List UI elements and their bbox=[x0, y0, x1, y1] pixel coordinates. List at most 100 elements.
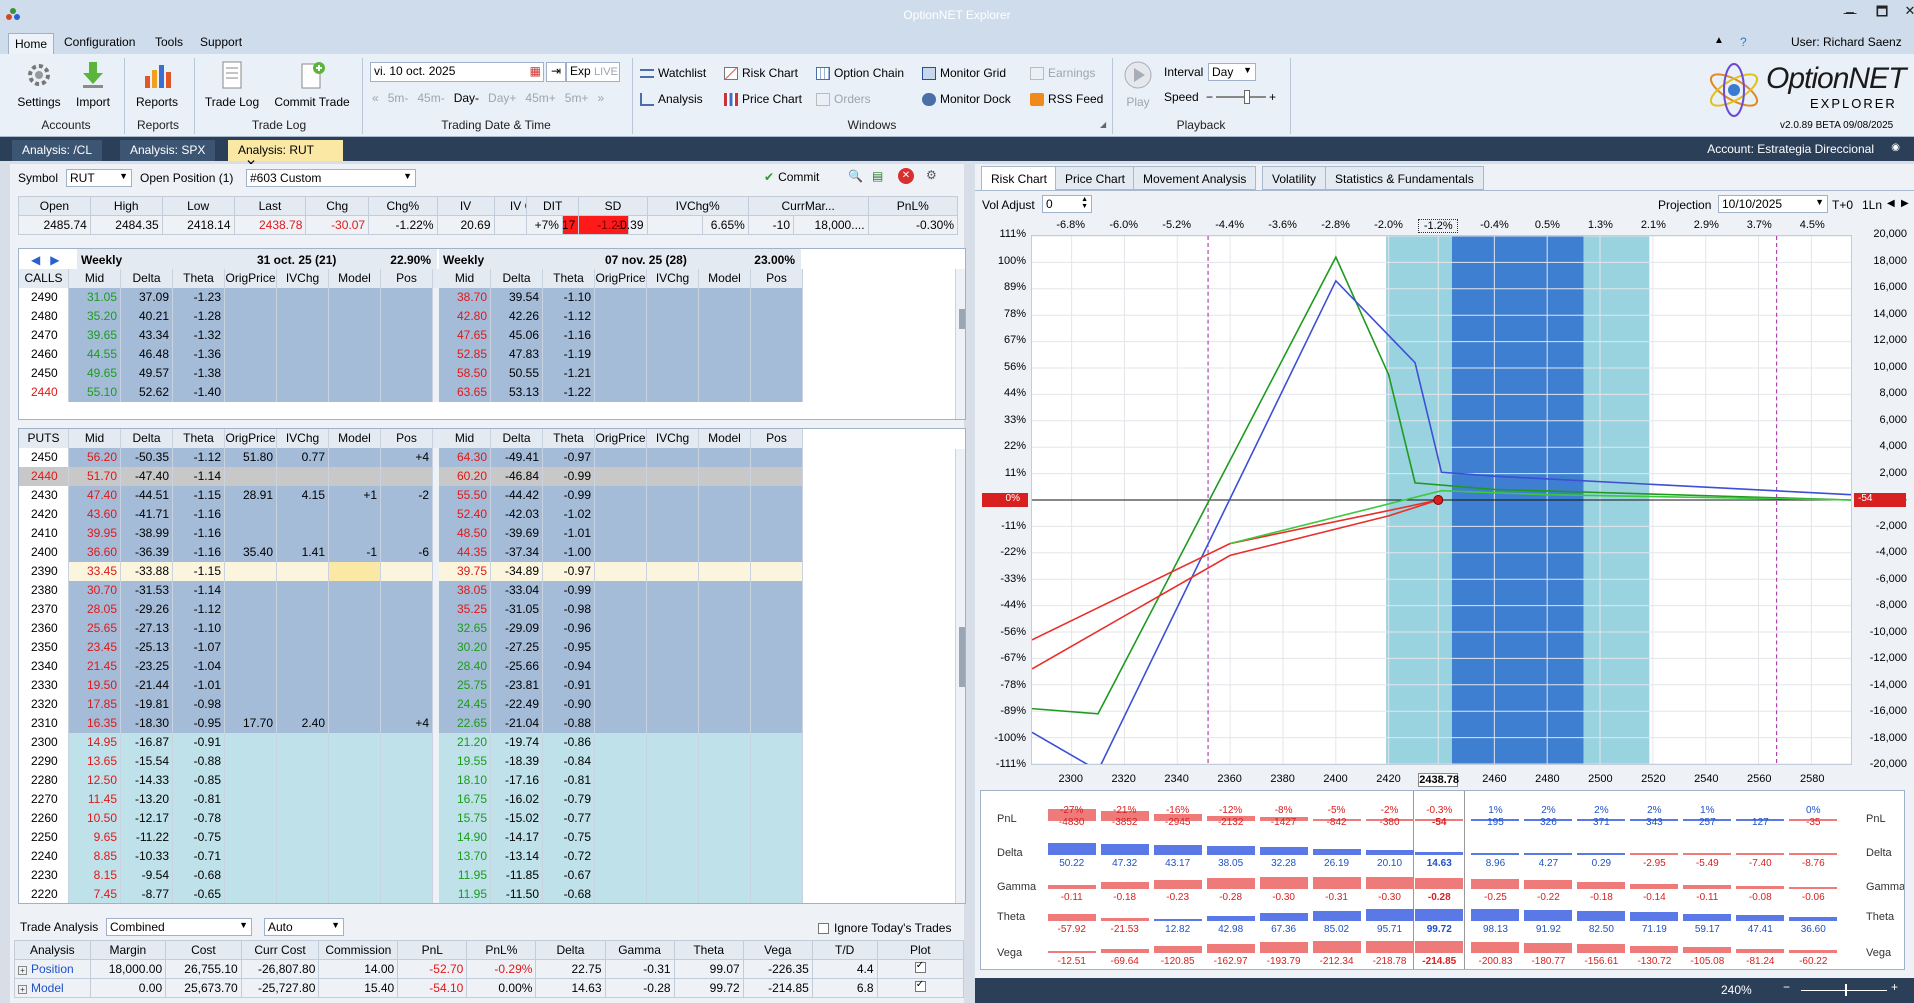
chain-cell[interactable] bbox=[329, 771, 381, 790]
chain-cell[interactable] bbox=[381, 676, 433, 695]
chain-cell[interactable]: 33.45 bbox=[69, 562, 121, 581]
option-chain-button[interactable]: Option Chain bbox=[816, 66, 904, 80]
chain-cell[interactable]: -0.96 bbox=[543, 619, 595, 638]
tab-price-chart[interactable]: Price Chart bbox=[1055, 166, 1136, 190]
chain-cell[interactable]: 64.30 bbox=[439, 448, 491, 467]
chain-cell[interactable] bbox=[277, 771, 329, 790]
chain-cell[interactable] bbox=[329, 657, 381, 676]
chain-cell[interactable]: -0.81 bbox=[173, 790, 225, 809]
puts-row[interactable]: 2230 8.15 -9.54 -0.68 11.95 -11.85 -0.67 bbox=[19, 866, 803, 885]
settings-gear-icon[interactable]: ⚙ bbox=[926, 168, 937, 182]
chain-cell[interactable]: -0.86 bbox=[543, 733, 595, 752]
maximize-icon[interactable]: 🗖 bbox=[1870, 3, 1894, 21]
chain-cell[interactable]: 31.05 bbox=[69, 288, 121, 307]
puts-row[interactable]: 2370 28.05 -29.26 -1.12 35.25 -31.05 -0.98 bbox=[19, 600, 803, 619]
chain-cell[interactable]: -14.17 bbox=[491, 828, 543, 847]
chain-cell[interactable]: 19.55 bbox=[439, 752, 491, 771]
chain-cell[interactable]: -1.12 bbox=[543, 307, 595, 326]
chain-cell[interactable]: 55.10 bbox=[69, 383, 121, 402]
chain-cell[interactable] bbox=[225, 657, 277, 676]
watchlist-button[interactable]: Watchlist bbox=[640, 66, 706, 80]
position-select[interactable]: #603 Custom ▼ bbox=[246, 169, 416, 187]
chain-cell[interactable]: 28.05 bbox=[69, 600, 121, 619]
chain-cell[interactable]: -1.19 bbox=[543, 345, 595, 364]
chain-cell[interactable] bbox=[647, 345, 699, 364]
chain-cell[interactable] bbox=[699, 809, 751, 828]
chain-cell[interactable] bbox=[595, 345, 647, 364]
risk-chart-plot[interactable] bbox=[1031, 235, 1852, 765]
calls-row[interactable]: 2470 39.65 43.34 -1.32 47.65 45.06 -1.16 bbox=[19, 326, 803, 345]
chain-cell[interactable]: -49.41 bbox=[491, 448, 543, 467]
chain-cell[interactable] bbox=[751, 771, 803, 790]
spinner-icon[interactable]: ▲ ▼ bbox=[1081, 196, 1088, 210]
chain-cell[interactable]: -1.16 bbox=[173, 543, 225, 562]
chain-cell[interactable] bbox=[751, 581, 803, 600]
chain-cell[interactable] bbox=[381, 307, 433, 326]
chain-cell[interactable] bbox=[225, 676, 277, 695]
exp-live-toggle[interactable]: Exp LIVE bbox=[566, 62, 620, 82]
chain-cell[interactable]: 21.20 bbox=[439, 733, 491, 752]
puts-row[interactable]: 2340 21.45 -23.25 -1.04 28.40 -25.66 -0.94 bbox=[19, 657, 803, 676]
chain-cell[interactable] bbox=[329, 809, 381, 828]
chain-cell[interactable] bbox=[699, 619, 751, 638]
chain-cell[interactable] bbox=[225, 752, 277, 771]
chain-cell[interactable] bbox=[595, 714, 647, 733]
chain-cell[interactable] bbox=[699, 448, 751, 467]
chain-cell[interactable] bbox=[277, 383, 329, 402]
chain-cell[interactable]: -1.14 bbox=[173, 581, 225, 600]
chain-cell[interactable]: -1.16 bbox=[173, 524, 225, 543]
chain-cell[interactable]: -50.35 bbox=[121, 448, 173, 467]
chain-cell[interactable]: 10.50 bbox=[69, 809, 121, 828]
chain-cell[interactable]: -0.88 bbox=[543, 714, 595, 733]
chain-cell[interactable] bbox=[595, 543, 647, 562]
chain-cell[interactable] bbox=[329, 383, 381, 402]
chain-cell[interactable]: -0.65 bbox=[173, 885, 225, 903]
chain-cell[interactable] bbox=[751, 505, 803, 524]
chain-cell[interactable]: 25.75 bbox=[439, 676, 491, 695]
chain-cell[interactable] bbox=[595, 847, 647, 866]
chain-cell[interactable] bbox=[381, 288, 433, 307]
chain-cell[interactable] bbox=[277, 326, 329, 345]
chain-cell[interactable]: -0.78 bbox=[173, 809, 225, 828]
ignore-todays-trades[interactable]: Ignore Today's Trades bbox=[818, 921, 951, 935]
chain-cell[interactable] bbox=[595, 771, 647, 790]
chain-cell[interactable]: -1.02 bbox=[543, 505, 595, 524]
collapse-ribbon-icon[interactable]: ▲ bbox=[1714, 35, 1724, 46]
chain-cell[interactable]: -0.88 bbox=[173, 752, 225, 771]
chain-cell[interactable]: 2.40 bbox=[277, 714, 329, 733]
chain-cell[interactable] bbox=[277, 467, 329, 486]
chain-cell[interactable]: -27.13 bbox=[121, 619, 173, 638]
calls-row[interactable]: 2490 31.05 37.09 -1.23 38.70 39.54 -1.10 bbox=[19, 288, 803, 307]
chain-cell[interactable] bbox=[699, 345, 751, 364]
calls-row[interactable]: 2450 49.65 49.57 -1.38 58.50 50.55 -1.21 bbox=[19, 364, 803, 383]
chain-cell[interactable] bbox=[595, 524, 647, 543]
chain-cell[interactable] bbox=[595, 809, 647, 828]
chain-cell[interactable] bbox=[329, 307, 381, 326]
chain-cell[interactable]: 15.75 bbox=[439, 809, 491, 828]
chain-cell[interactable]: 11.45 bbox=[69, 790, 121, 809]
monitor-grid-button[interactable]: Monitor Grid bbox=[922, 66, 1006, 80]
chain-cell[interactable]: -0.68 bbox=[543, 885, 595, 903]
chain-cell[interactable]: -13.14 bbox=[491, 847, 543, 866]
chain-cell[interactable]: -44.42 bbox=[491, 486, 543, 505]
chain-cell[interactable]: -0.97 bbox=[543, 448, 595, 467]
chain-cell[interactable] bbox=[225, 345, 277, 364]
chain-cell[interactable]: 32.65 bbox=[439, 619, 491, 638]
chain-cell[interactable] bbox=[329, 866, 381, 885]
chain-cell[interactable] bbox=[647, 733, 699, 752]
chain-cell[interactable]: 52.85 bbox=[439, 345, 491, 364]
chain-cell[interactable] bbox=[751, 448, 803, 467]
chain-cell[interactable] bbox=[329, 364, 381, 383]
chain-cell[interactable]: 51.70 bbox=[69, 467, 121, 486]
chain-cell[interactable] bbox=[699, 752, 751, 771]
chain-cell[interactable] bbox=[595, 790, 647, 809]
chain-cell[interactable]: -0.75 bbox=[543, 828, 595, 847]
chain-cell[interactable] bbox=[751, 790, 803, 809]
puts-row[interactable]: 2400 36.60 -36.39 -1.16 35.40 1.41 -1 -6 44.35 -3… bbox=[19, 543, 803, 562]
prev-expiry-icon[interactable]: ◀ bbox=[31, 253, 40, 267]
vol-adjust-input[interactable]: 0 ▲ ▼ bbox=[1042, 195, 1092, 213]
puts-row[interactable]: 2330 19.50 -21.44 -1.01 25.75 -23.81 -0.91 bbox=[19, 676, 803, 695]
chain-cell[interactable] bbox=[381, 866, 433, 885]
chain-cell[interactable]: -0.90 bbox=[543, 695, 595, 714]
puts-row[interactable]: 2270 11.45 -13.20 -0.81 16.75 -16.02 -0.79 bbox=[19, 790, 803, 809]
